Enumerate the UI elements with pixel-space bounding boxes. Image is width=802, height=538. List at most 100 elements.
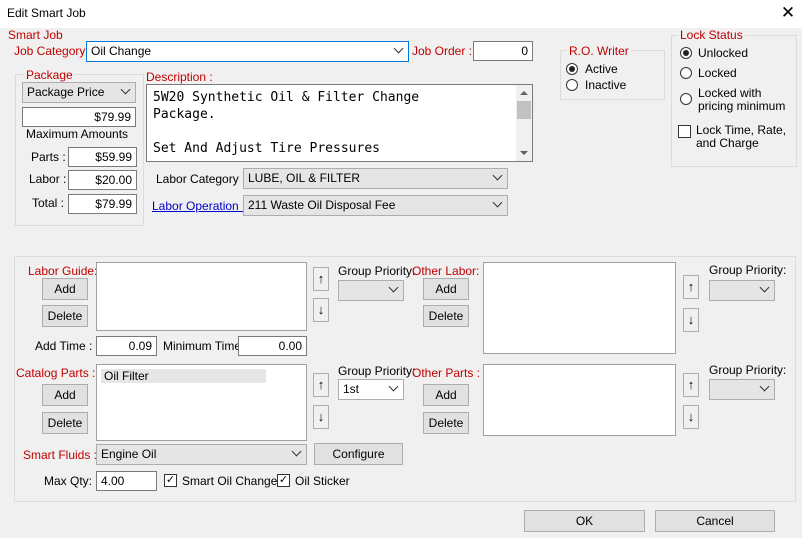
other-parts-add-button[interactable]: Add — [423, 384, 469, 406]
ok-button[interactable]: OK — [524, 510, 645, 532]
labor-category-label: Labor Category : — [156, 172, 246, 186]
other-parts-up-icon[interactable]: ↑ — [683, 373, 699, 397]
labor-guide-priority-select[interactable] — [338, 280, 404, 301]
labor-operation-value: 211 Waste Oil Disposal Fee — [248, 198, 396, 212]
scroll-up-icon[interactable] — [520, 91, 528, 95]
smart-oil-change-label: Smart Oil Change — [182, 474, 278, 488]
package-price-input[interactable]: $79.99 — [22, 107, 136, 127]
other-parts-delete-button[interactable]: Delete — [423, 412, 469, 434]
job-category-value: Oil Change — [91, 44, 152, 58]
labor-guide-up-icon[interactable]: ↑ — [313, 267, 329, 291]
package-mode-select[interactable]: Package Price — [22, 82, 136, 103]
catalog-parts-priority-label: Group Priority: — [338, 364, 416, 378]
description-line-4: Set And Adjust Tire Pressures — [153, 141, 380, 156]
lock-status-group-label: Lock Status — [678, 28, 745, 42]
catalog-parts-priority-value: 1st — [343, 382, 360, 396]
chevron-down-icon — [393, 43, 404, 54]
other-labor-up-icon[interactable]: ↑ — [683, 275, 699, 299]
other-parts-down-icon[interactable]: ↓ — [683, 405, 699, 429]
labor-guide-priority-label: Group Priority: — [338, 264, 416, 278]
labor-guide-down-icon[interactable]: ↓ — [313, 298, 329, 322]
catalog-parts-up-icon[interactable]: ↑ — [313, 373, 329, 397]
labor-guide-add-button[interactable]: Add — [42, 278, 88, 300]
description-label: Description : — [146, 70, 213, 84]
smart-fluids-value: Engine Oil — [101, 447, 157, 461]
max-qty-input[interactable]: 4.00 — [96, 471, 157, 491]
smart-fluids-select[interactable]: Engine Oil — [96, 444, 307, 465]
oil-sticker-checkbox[interactable]: ✓ — [277, 474, 290, 487]
total-label: Total : — [32, 196, 65, 210]
min-time-label: Minimum Time : — [163, 339, 248, 353]
labor-operation-select[interactable]: 211 Waste Oil Disposal Fee — [243, 195, 508, 216]
scroll-thumb[interactable] — [517, 101, 531, 119]
active-radio-label: Active — [585, 62, 618, 76]
unlocked-radio-label: Unlocked — [698, 46, 749, 60]
lock-time-label-2: and Charge — [696, 136, 759, 150]
labor-category-value: LUBE, OIL & FILTER — [248, 171, 361, 185]
min-time-input[interactable]: 0.00 — [238, 336, 307, 356]
other-parts-priority-label: Group Priority: — [709, 363, 787, 377]
max-amounts-label: Maximum Amounts — [26, 127, 129, 141]
labor-guide-delete-button[interactable]: Delete — [42, 305, 88, 327]
job-category-select[interactable]: Oil Change — [86, 41, 409, 62]
smart-oil-change-checkbox[interactable]: ✓ — [164, 474, 177, 487]
catalog-part-item[interactable]: Oil Filter — [101, 369, 266, 383]
labor-category-select[interactable]: LUBE, OIL & FILTER — [243, 168, 508, 189]
other-parts-list[interactable] — [483, 364, 676, 436]
chevron-down-icon — [388, 282, 399, 293]
scroll-down-icon[interactable] — [520, 151, 528, 155]
catalog-parts-list[interactable]: Oil Filter — [96, 364, 307, 441]
other-labor-label: Other Labor: — [412, 264, 480, 278]
inactive-radio[interactable] — [566, 79, 578, 91]
catalog-parts-add-button[interactable]: Add — [42, 384, 88, 406]
job-order-label: Job Order : — [412, 44, 473, 58]
active-radio[interactable] — [566, 63, 578, 75]
configure-button[interactable]: Configure — [314, 443, 403, 465]
close-icon[interactable]: ✕ — [776, 1, 800, 25]
other-labor-delete-button[interactable]: Delete — [423, 305, 469, 327]
total-max-input[interactable]: $79.99 — [68, 194, 137, 214]
description-textarea[interactable]: 5W20 Synthetic Oil & Filter Change Packa… — [146, 84, 533, 162]
package-mode-value: Package Price — [27, 85, 105, 99]
other-labor-priority-select[interactable] — [709, 280, 775, 301]
other-labor-add-button[interactable]: Add — [423, 278, 469, 300]
window-title: Edit Smart Job — [7, 6, 86, 20]
chevron-down-icon — [388, 381, 399, 392]
unlocked-radio[interactable] — [680, 47, 692, 59]
catalog-parts-delete-button[interactable]: Delete — [42, 412, 88, 434]
parts-max-input[interactable]: $59.99 — [68, 147, 137, 167]
other-labor-list[interactable] — [483, 262, 676, 354]
other-parts-label: Other Parts : — [412, 366, 481, 380]
job-category-label: Job Category : — [14, 44, 93, 58]
title-bar — [0, 0, 802, 28]
add-time-input[interactable]: 0.09 — [96, 336, 157, 356]
catalog-parts-priority-select[interactable]: 1st — [338, 379, 404, 400]
max-qty-label: Max Qty: — [44, 474, 93, 488]
catalog-parts-label: Catalog Parts : — [16, 366, 96, 380]
job-order-input[interactable]: 0 — [473, 41, 533, 61]
chevron-down-icon — [492, 197, 503, 208]
parts-label: Parts : — [31, 150, 66, 164]
description-line-2: Package. — [153, 107, 216, 122]
ro-writer-group-label: R.O. Writer — [567, 44, 631, 58]
description-line-1: 5W20 Synthetic Oil & Filter Change — [153, 90, 420, 105]
labor-max-input[interactable]: $20.00 — [68, 170, 137, 190]
catalog-parts-down-icon[interactable]: ↓ — [313, 405, 329, 429]
labor-guide-list[interactable] — [96, 262, 307, 331]
description-scrollbar[interactable] — [516, 85, 532, 161]
locked-min-radio[interactable] — [680, 93, 692, 105]
locked-radio[interactable] — [680, 67, 692, 79]
labor-operation-link[interactable]: Labor Operation : — [152, 199, 245, 213]
smart-fluids-label: Smart Fluids : — [23, 448, 98, 462]
other-labor-down-icon[interactable]: ↓ — [683, 308, 699, 332]
add-time-label: Add Time : — [35, 339, 93, 353]
chevron-down-icon — [759, 282, 770, 293]
cancel-button[interactable]: Cancel — [655, 510, 775, 532]
chevron-down-icon — [291, 446, 302, 457]
labor-label: Labor : — [29, 172, 67, 186]
oil-sticker-label: Oil Sticker — [295, 474, 350, 488]
other-parts-priority-select[interactable] — [709, 379, 775, 400]
smart-job-group-label: Smart Job — [8, 28, 63, 42]
chevron-down-icon — [120, 84, 131, 95]
lock-time-checkbox[interactable] — [678, 125, 691, 138]
